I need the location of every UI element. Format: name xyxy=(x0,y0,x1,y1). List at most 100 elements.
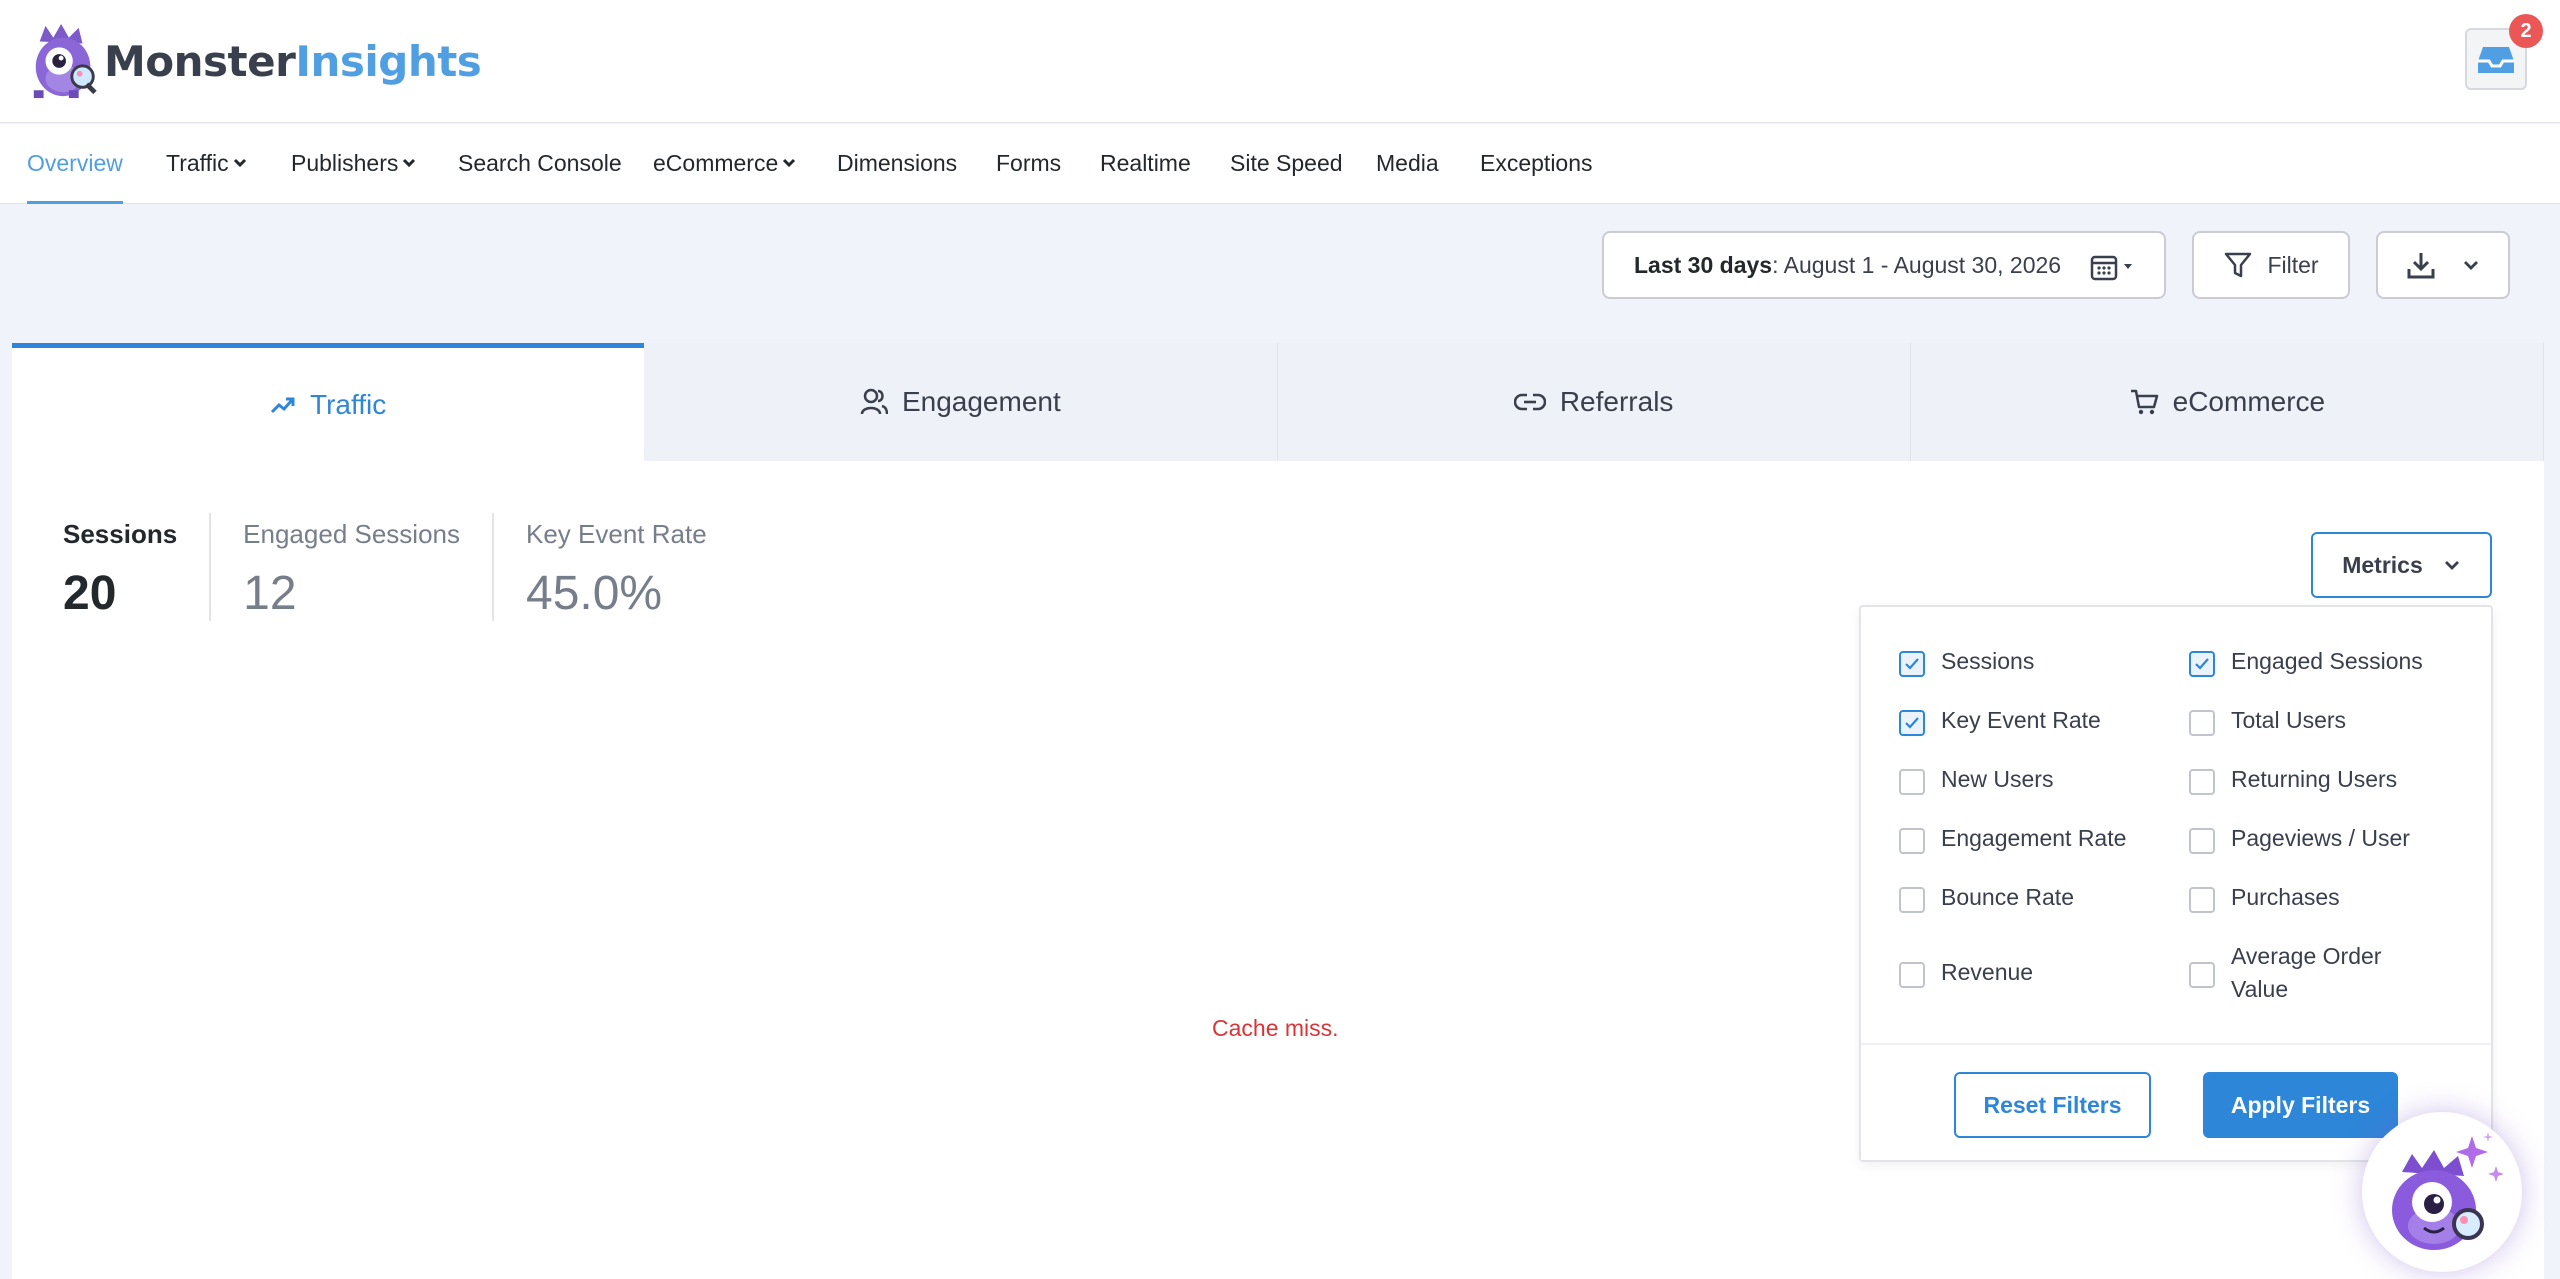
metrics-dropdown-button[interactable]: Metrics xyxy=(2311,532,2492,598)
notification-count-badge: 2 xyxy=(2509,14,2543,48)
date-range-picker[interactable]: Last 30 days: August 1 - August 30, 2026 xyxy=(1602,231,2166,299)
tab-engagement[interactable]: Engagement xyxy=(644,343,1278,461)
logo-wordmark: MonsterInsights xyxy=(104,36,482,86)
calendar-icon xyxy=(2090,255,2132,281)
metric-option-bounce-rate[interactable]: Bounce Rate xyxy=(1899,881,2074,914)
date-range-value: : August 1 - August 30, 2026 xyxy=(1772,251,2062,278)
metrics-dropdown: Sessions Engaged Sessions Key Event Rate… xyxy=(1859,605,2493,1162)
metric-option-label: Revenue xyxy=(1941,959,2034,985)
nav-item-label: Overview xyxy=(27,150,123,176)
nav-item-label: Media xyxy=(1376,150,1439,176)
tab-referrals[interactable]: Referrals xyxy=(1277,343,1911,461)
metric-option-label: Engagement Rate xyxy=(1941,825,2127,851)
nav-item-media[interactable]: Media xyxy=(1376,124,1439,204)
metric-option-engagement-rate[interactable]: Engagement Rate xyxy=(1899,822,2126,855)
metric-option-label: Engaged Sessions xyxy=(2231,648,2423,674)
stat-key-event-rate[interactable]: Key Event Rate 45.0% xyxy=(526,513,739,621)
link-icon xyxy=(1513,393,1546,411)
logo-wordmark-part2: Insights xyxy=(295,36,482,86)
metric-option-sessions[interactable]: Sessions xyxy=(1899,645,2034,678)
nav-item-site-speed[interactable]: Site Speed xyxy=(1230,124,1343,204)
monster-assistant-icon xyxy=(2392,1132,2504,1250)
nav-item-label: Search Console xyxy=(458,150,622,176)
metric-option-revenue[interactable]: Revenue xyxy=(1899,956,2033,989)
download-icon xyxy=(2407,253,2435,279)
nav-item-exceptions[interactable]: Exceptions xyxy=(1480,124,1593,204)
filter-funnel-icon xyxy=(2225,252,2252,278)
nav-item-label: Exceptions xyxy=(1480,150,1593,176)
tab-label: Traffic xyxy=(310,388,387,420)
checkbox[interactable] xyxy=(1899,710,1925,736)
nav-item-label: Dimensions xyxy=(837,150,958,176)
metric-option-key-event-rate[interactable]: Key Event Rate xyxy=(1899,704,2101,737)
download-button[interactable] xyxy=(2376,231,2510,299)
metrics-options: Sessions Engaged Sessions Key Event Rate… xyxy=(1861,607,2491,1043)
checkbox[interactable] xyxy=(2189,887,2215,913)
inbox-icon xyxy=(2478,47,2514,73)
metric-option-total-users[interactable]: Total Users xyxy=(2189,704,2346,737)
checkbox[interactable] xyxy=(1899,651,1925,677)
metric-option-label: Returning Users xyxy=(2231,766,2398,792)
metric-option-label: Pageviews / User xyxy=(2231,825,2410,851)
reset-filters-button[interactable]: Reset Filters xyxy=(1954,1072,2151,1138)
filter-button-label: Filter xyxy=(2267,251,2319,278)
stat-engaged-sessions[interactable]: Engaged Sessions 12 xyxy=(243,513,494,621)
report-nav: Overview Traffic Publishers Search Conso… xyxy=(0,124,2560,204)
logo-wordmark-part1: Monster xyxy=(104,36,296,86)
nav-item-label: Forms xyxy=(996,150,1062,176)
checkmark-icon xyxy=(1905,658,1919,670)
tab-ecommerce[interactable]: eCommerce xyxy=(1910,343,2544,461)
monsterinsights-logo[interactable]: MonsterInsights xyxy=(26,22,482,100)
filter-button[interactable]: Filter xyxy=(2192,231,2350,299)
metric-option-label: Purchases xyxy=(2231,884,2340,910)
checkbox[interactable] xyxy=(2189,651,2215,677)
nav-item-traffic[interactable]: Traffic xyxy=(166,124,247,204)
nav-item-publishers[interactable]: Publishers xyxy=(291,124,416,204)
metric-option-average-order-value[interactable]: Average Order Value xyxy=(2189,940,2439,1006)
metric-option-pageviews-per-user[interactable]: Pageviews / User xyxy=(2189,822,2410,855)
cart-icon xyxy=(2130,389,2158,415)
tab-traffic[interactable]: Traffic xyxy=(12,343,645,461)
metric-option-returning-users[interactable]: Returning Users xyxy=(2189,763,2397,796)
stat-label: Key Event Rate xyxy=(526,519,707,549)
metric-option-new-users[interactable]: New Users xyxy=(1899,763,2053,796)
metric-option-engaged-sessions[interactable]: Engaged Sessions xyxy=(2189,645,2423,678)
checkmark-icon xyxy=(1905,717,1919,729)
stat-sessions[interactable]: Sessions 20 xyxy=(63,513,212,621)
metric-option-label: Key Event Rate xyxy=(1941,707,2101,733)
checkbox[interactable] xyxy=(1899,887,1925,913)
nav-item-realtime[interactable]: Realtime xyxy=(1100,124,1191,204)
metric-option-label: Average Order Value xyxy=(2231,943,2382,1002)
metrics-button-label: Metrics xyxy=(2342,551,2423,578)
date-range-label: Last 30 days xyxy=(1634,251,1773,278)
nav-item-dimensions[interactable]: Dimensions xyxy=(837,124,957,204)
apply-filters-button[interactable]: Apply Filters xyxy=(2203,1072,2398,1138)
checkbox[interactable] xyxy=(2189,962,2215,988)
assistant-chat-button[interactable] xyxy=(2362,1112,2522,1272)
checkbox[interactable] xyxy=(2189,710,2215,736)
stat-value: 20 xyxy=(63,567,117,620)
metric-option-purchases[interactable]: Purchases xyxy=(2189,881,2340,914)
checkbox[interactable] xyxy=(2189,828,2215,854)
app-header: MonsterInsights 2 xyxy=(0,0,2560,123)
tab-label: eCommerce xyxy=(2172,386,2326,417)
stat-value: 45.0% xyxy=(526,567,663,620)
chevron-down-icon xyxy=(403,158,416,168)
nav-item-ecommerce[interactable]: eCommerce xyxy=(653,124,796,204)
nav-item-forms[interactable]: Forms xyxy=(996,124,1061,204)
nav-item-label: eCommerce xyxy=(653,150,779,176)
tab-label: Referrals xyxy=(1559,386,1674,417)
chevron-down-icon xyxy=(2464,261,2478,270)
nav-item-overview[interactable]: Overview xyxy=(27,124,123,204)
trend-up-icon xyxy=(270,397,295,413)
chevron-down-icon xyxy=(2444,561,2459,570)
checkmark-icon xyxy=(2195,658,2209,670)
checkbox[interactable] xyxy=(2189,769,2215,795)
checkbox[interactable] xyxy=(1899,962,1925,988)
checkbox[interactable] xyxy=(1899,769,1925,795)
nav-item-search-console[interactable]: Search Console xyxy=(458,124,622,204)
checkbox[interactable] xyxy=(1899,828,1925,854)
metric-option-label: Bounce Rate xyxy=(1941,884,2074,910)
report-tabs: Traffic Engagement Referrals eCommerce xyxy=(12,343,2544,461)
nav-item-label: Publishers xyxy=(291,150,399,176)
